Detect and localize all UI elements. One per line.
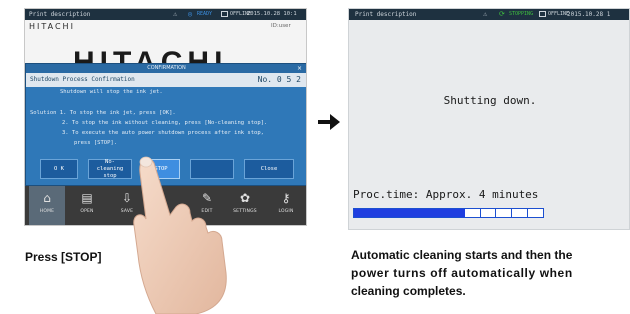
progress-segment (385, 209, 402, 217)
stopping-status: STOPPING (509, 11, 534, 17)
progress-segment (417, 209, 434, 217)
right-screen: Print description ⚠ ⟳ STOPPING OFFLINE 2… (348, 8, 630, 230)
offline-icon (539, 11, 546, 17)
open-icon: ▤ (81, 191, 93, 205)
caption-line: Automatic cleaning starts and then the (351, 248, 573, 262)
ready-status: READY (197, 11, 213, 17)
progress-segment (433, 209, 449, 217)
dialog-line: 2. To stop the ink without cleaning, pre… (62, 120, 268, 126)
home-label: HOME (39, 209, 55, 214)
caption-line: cleaning completes. (351, 284, 466, 298)
progress-segment (354, 209, 370, 217)
open-button[interactable]: ▤ OPEN (69, 185, 105, 225)
dialog-line: Solution 1. To stop the ink jet, press [… (30, 110, 176, 116)
status-bar: Print description ⚠ ◎ READY OFFLINE 2015… (25, 9, 306, 20)
warning-icon: ⚠ (483, 10, 488, 18)
offline-status: OFFLINE (548, 11, 570, 17)
progress-segment (481, 209, 497, 217)
progress-segment (512, 209, 529, 217)
dialog-line: Shutdown will stop the ink jet. (60, 89, 163, 95)
status-bar: Print description ⚠ ⟳ STOPPING OFFLINE 2… (349, 9, 629, 20)
arrow-right-icon (318, 114, 340, 130)
dialog-titlebar-label: CONFIRMATION (147, 65, 186, 71)
stopping-icon: ⟳ (499, 10, 505, 18)
login-icon: ⚷ (281, 191, 291, 205)
close-button[interactable]: Close (244, 159, 294, 179)
ready-icon: ◎ (188, 10, 193, 18)
dialog-title: Shutdown Process Confirmation (30, 76, 135, 83)
dialog-line: press [STOP]. (74, 140, 118, 146)
progress-segment (528, 209, 543, 217)
status-time: 2015.10.28 10:1 (247, 11, 297, 17)
ok-button[interactable]: O K (40, 159, 78, 179)
progress-segment (496, 209, 513, 217)
warning-icon: ⚠ (173, 10, 178, 18)
login-label: LOGIN (278, 209, 294, 214)
dialog-line: 3. To execute the auto power shutdown pr… (62, 130, 264, 136)
home-button[interactable]: ⌂ HOME (29, 185, 65, 225)
caption-line: power turns off automatically when (351, 266, 573, 280)
progress-segment (401, 209, 418, 217)
caption-automatic-cleaning: Automatic cleaning starts and then the p… (351, 246, 630, 300)
progress-segment (448, 209, 465, 217)
close-icon[interactable]: × (297, 64, 302, 73)
offline-icon (221, 11, 228, 17)
user-id: ID:user (271, 23, 291, 29)
hand-illustration (133, 156, 227, 314)
open-label: OPEN (80, 209, 94, 214)
progress-segment (465, 209, 481, 217)
dialog-header: Shutdown Process Confirmation No. 0 5 2 (26, 73, 306, 87)
shutdown-progress-bar (353, 208, 544, 218)
status-title: Print description (29, 11, 91, 18)
dialog-titlebar: CONFIRMATION × (26, 64, 306, 73)
caption-press-stop: Press [STOP] (25, 250, 102, 264)
status-time: 2015.10.28 1 (567, 11, 611, 18)
login-button[interactable]: ⚷ LOGIN (268, 185, 304, 225)
dialog-number: No. 0 5 2 (257, 75, 301, 84)
shutdown-message: Shutting down. (443, 94, 537, 107)
status-title: Print description (355, 11, 417, 18)
progress-segment (369, 209, 386, 217)
process-time: Proc.time: Approx. 4 minutes (353, 188, 539, 201)
brand-logo: HITACHI (29, 22, 75, 31)
home-icon: ⌂ (43, 191, 51, 205)
